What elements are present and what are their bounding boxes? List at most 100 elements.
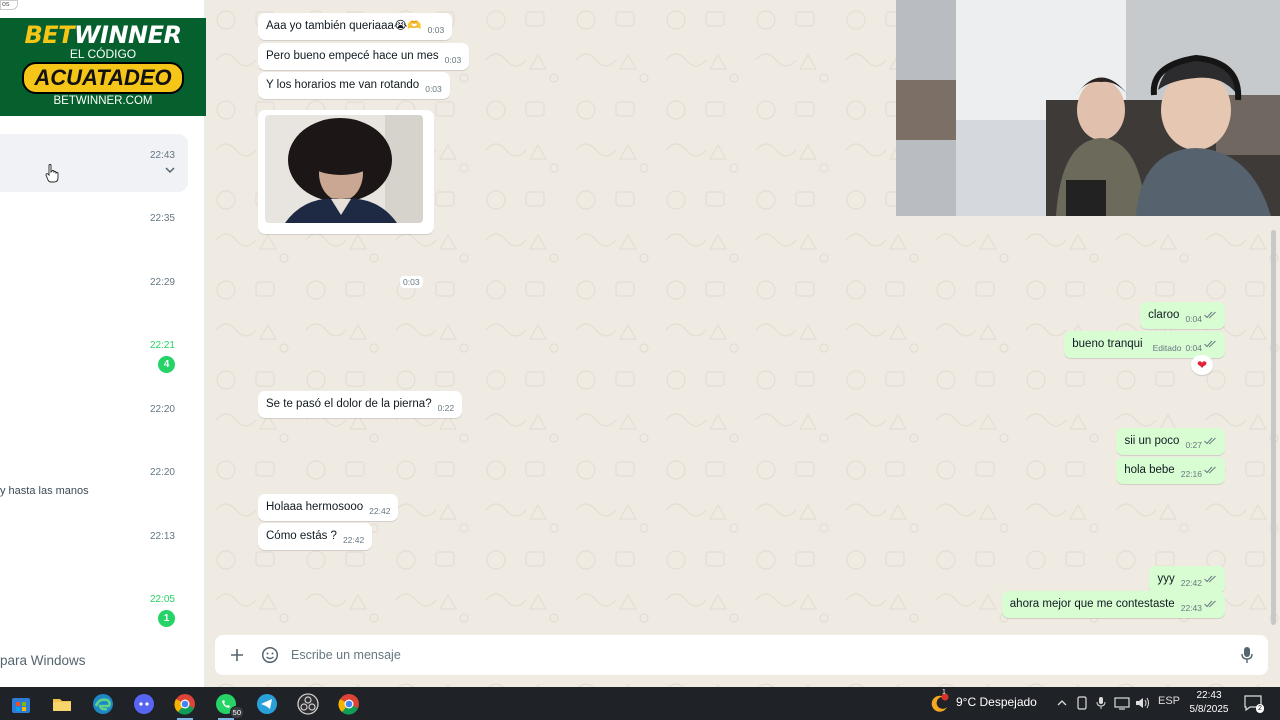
message-time: 0:03	[425, 84, 442, 94]
outgoing-message[interactable]: hola bebe 22:16	[1116, 457, 1225, 484]
chat-time: 22:43	[149, 150, 175, 161]
weather-alert-count: 1	[942, 689, 946, 696]
message-time: 22:16	[1180, 469, 1202, 479]
chat-time: 22:13	[149, 531, 175, 542]
message-text: Aaa yo también queriaaa😭🫶	[266, 20, 422, 32]
microphone-icon[interactable]	[1240, 646, 1254, 664]
plus-icon[interactable]	[228, 646, 246, 664]
file-explorer-icon[interactable]	[50, 692, 74, 716]
weather-moon-icon[interactable]	[930, 693, 950, 713]
top-pill: os	[0, 0, 18, 10]
discord-app[interactable]	[132, 692, 156, 716]
message-input[interactable]	[291, 643, 1211, 667]
weather-text[interactable]: 9°C Despejado	[956, 695, 1037, 709]
notification-count: 2	[1256, 704, 1264, 713]
double-check-icon	[1204, 340, 1216, 348]
message-text: Holaaa hermosooo	[266, 501, 364, 513]
volume-icon[interactable]	[1134, 696, 1150, 710]
double-check-icon	[1204, 600, 1216, 608]
chat-list-item[interactable]: 22:43	[0, 134, 188, 192]
code-label: EL CÓDIGO	[69, 47, 137, 61]
message-text: bueno tranqui	[1072, 338, 1143, 350]
sponsor-banner: BETWINNER EL CÓDIGO ACUATADEO BETWINNER.…	[0, 18, 206, 116]
outgoing-message[interactable]: claroo 0:04	[1140, 302, 1225, 329]
message-time: 0:04	[1185, 314, 1202, 324]
store-icon[interactable]	[9, 692, 33, 716]
chat-list-item[interactable]: 22:29	[0, 262, 188, 320]
clock-date: 5/8/2025	[1189, 704, 1229, 715]
telegram-icon[interactable]	[255, 692, 279, 716]
message-text: sii un poco	[1124, 435, 1180, 447]
unread-badge: 4	[158, 356, 175, 373]
chevron-down-icon[interactable]	[164, 164, 176, 176]
chat-time: 22:20	[149, 467, 175, 478]
message-time: 22:42	[342, 535, 365, 545]
whatsapp-app[interactable]: 50	[214, 692, 244, 720]
promo-code: ACUATADEO	[22, 62, 184, 94]
message-text: ahora mejor que me contestaste	[1009, 598, 1175, 610]
chrome-alt-icon[interactable]	[337, 692, 361, 716]
chat-list-item[interactable]: 22:20	[0, 389, 188, 447]
edge-icon[interactable]	[91, 692, 115, 716]
image-message[interactable]	[258, 110, 434, 234]
message-time: 0:03	[444, 55, 462, 65]
edited-label: Editado	[1152, 343, 1182, 353]
outgoing-message[interactable]: yyy 22:42	[1149, 566, 1225, 593]
message-text: Pero bueno empecé hace un mes	[266, 50, 439, 62]
outgoing-message[interactable]: ahora mejor que me contestaste 22:43	[1001, 591, 1225, 618]
network-icon[interactable]	[1114, 696, 1130, 710]
chat-list-item[interactable]: 22:05 1	[0, 579, 188, 637]
message-text: yyy	[1157, 573, 1175, 585]
incoming-message[interactable]: Cómo estás ? 22:42	[258, 523, 373, 550]
message-time: 0:03	[427, 25, 445, 35]
chrome-app[interactable]	[173, 692, 197, 720]
message-time: 22:42	[1180, 578, 1202, 588]
incoming-message[interactable]: Pero bueno empecé hace un mes 0:03	[258, 43, 470, 70]
outgoing-message[interactable]: bueno tranqui Editado 0:04	[1064, 331, 1225, 358]
chat-time: 22:05	[149, 594, 175, 605]
brand-part-1: BET	[24, 21, 75, 49]
clock-time: 22:43	[1196, 690, 1222, 701]
message-text: claroo	[1148, 309, 1180, 321]
message-text: Cómo estás ?	[266, 530, 337, 542]
sticker-icon[interactable]	[261, 646, 279, 664]
windows-taskbar: 50 1 9°C Despejado ESP 22:43 5/8/2025 2	[0, 687, 1280, 720]
message-time: 0:22	[437, 403, 455, 413]
double-check-icon	[1204, 311, 1216, 319]
message-composer	[215, 635, 1268, 675]
clock[interactable]: 22:43 5/8/2025	[1186, 689, 1232, 717]
chat-list-item[interactable]: 22:21 4	[0, 325, 188, 383]
double-check-icon	[1204, 575, 1216, 583]
incoming-message[interactable]: Aaa yo también queriaaa😭🫶 0:03	[258, 13, 453, 40]
outgoing-message[interactable]: sii un poco 0:27	[1116, 428, 1225, 455]
windows-app-link[interactable]: para Windows	[0, 653, 86, 668]
double-check-icon	[1204, 466, 1216, 474]
chevron-up-icon[interactable]	[1056, 697, 1068, 709]
message-photo[interactable]	[265, 115, 423, 223]
heart-reaction[interactable]: ❤	[1191, 355, 1213, 375]
message-time: 0:04	[1185, 343, 1202, 353]
double-check-icon	[1204, 437, 1216, 445]
chrome-icon	[174, 694, 195, 715]
chat-time: 22:21	[149, 340, 175, 351]
incoming-message[interactable]: Y los horarios me van rotando 0:03	[258, 72, 450, 99]
mic-tray-icon[interactable]	[1096, 696, 1106, 710]
chat-list-item[interactable]: 22:35	[0, 198, 188, 256]
obs-icon[interactable]	[296, 692, 320, 716]
message-time: 0:27	[1185, 440, 1202, 450]
chat-time: 22:20	[149, 404, 175, 415]
chat-list-item[interactable]: 22:20 y hasta las manos	[0, 452, 188, 510]
chat-list-item[interactable]: 22:13	[0, 516, 188, 574]
sponsor-site: BETWINNER.COM	[53, 95, 153, 107]
incoming-message[interactable]: Holaaa hermosooo 22:42	[258, 494, 399, 521]
unread-badge: 1	[158, 610, 175, 627]
sponsor-logo: BETWINNER	[0, 21, 206, 49]
device-icon[interactable]	[1076, 696, 1088, 710]
incoming-message[interactable]: Se te pasó el dolor de la pierna? 0:22	[258, 391, 463, 418]
discord-icon	[134, 694, 154, 714]
brand-part-2: WINNER	[74, 21, 182, 49]
message-time: 22:42	[369, 506, 391, 516]
conversation-scrollbar[interactable]	[1271, 230, 1276, 625]
chat-time: 22:35	[149, 213, 175, 224]
language-indicator[interactable]: ESP	[1158, 695, 1180, 707]
